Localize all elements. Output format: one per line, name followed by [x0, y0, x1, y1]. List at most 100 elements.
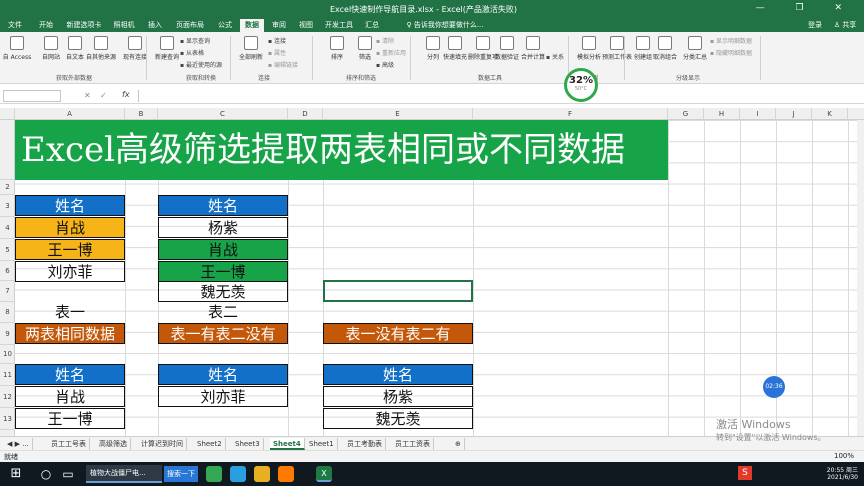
tab-7[interactable]: 数据	[240, 19, 264, 32]
cell[interactable]: 姓名	[323, 364, 473, 385]
row-header-12[interactable]: 12	[0, 386, 15, 408]
sheet-tab-4[interactable]: Sheet2	[194, 438, 226, 450]
sheet-tab-9[interactable]: 员工工资表	[392, 438, 434, 450]
from-other-button[interactable]: 自其他来源	[86, 36, 116, 61]
relations-button[interactable]: ▪ 关系	[546, 52, 564, 61]
cell[interactable]: 王一博	[15, 408, 125, 429]
clear-button[interactable]: ▪ 清除	[376, 36, 394, 45]
tab-9[interactable]: 视图	[294, 19, 318, 32]
cell[interactable]: 魏无羡	[158, 281, 288, 302]
formula-input[interactable]	[138, 90, 858, 102]
edit-links-button[interactable]: ▪ 编辑链接	[268, 60, 298, 69]
input-method-icon[interactable]: S	[738, 466, 752, 480]
tab-3[interactable]: 照相机	[108, 19, 140, 32]
column-header-D[interactable]: D	[288, 108, 323, 120]
zoom-level[interactable]: 100%	[834, 452, 854, 460]
flash-fill-button[interactable]: 快速填充	[440, 36, 470, 61]
tab-14[interactable]: ♙ 共享	[830, 19, 860, 32]
row-header-5[interactable]: 5	[0, 239, 15, 261]
tab-2[interactable]: 新建选项卡	[62, 19, 106, 32]
column-header-J[interactable]: J	[776, 108, 812, 120]
refresh-all-button[interactable]: 全部刷新	[236, 36, 266, 61]
row-header-13[interactable]: 13	[0, 408, 15, 430]
column-header-G[interactable]: G	[668, 108, 704, 120]
name-box[interactable]	[3, 90, 61, 102]
sheet-tab-8[interactable]: 员工考勤表	[344, 438, 386, 450]
excel-icon[interactable]: X	[316, 466, 332, 482]
tab-8[interactable]: 审阅	[266, 19, 292, 32]
subtotal-button[interactable]: 分类汇总	[680, 36, 710, 61]
row-header-9[interactable]: 9	[0, 323, 15, 345]
row-header-10[interactable]: 10	[0, 345, 15, 364]
vertical-scrollbar[interactable]	[857, 120, 864, 436]
cell[interactable]: 姓名	[158, 364, 288, 385]
cell[interactable]: 表一没有表二有	[323, 323, 473, 344]
tab-12[interactable]: ♀ 告诉我你想要做什么...	[390, 19, 500, 32]
function-icon[interactable]: fx	[122, 90, 130, 99]
advanced-button[interactable]: ▪ 高级	[376, 60, 394, 69]
row-header-2[interactable]: 2	[0, 180, 15, 195]
sheet-tab-10[interactable]: ⊕	[452, 438, 465, 450]
cell[interactable]: 姓名	[158, 195, 288, 216]
browser-icon[interactable]	[206, 466, 222, 482]
column-header-H[interactable]: H	[704, 108, 740, 120]
column-header-E[interactable]: E	[323, 108, 473, 120]
tab-1[interactable]: 开始	[32, 19, 60, 32]
sheet-tab-3[interactable]: 计算迟到时间	[138, 438, 187, 450]
hide-detail-button[interactable]: ▪ 隐藏明细数据	[710, 48, 752, 57]
tab-4[interactable]: 插入	[142, 19, 168, 32]
column-header-corner[interactable]	[0, 108, 15, 120]
column-header-I[interactable]: I	[740, 108, 776, 120]
sheet-tab-0[interactable]: ◀ ▶ ...	[4, 438, 33, 450]
consolidate-button[interactable]: 合并计算	[518, 36, 548, 61]
tab-10[interactable]: 开发工具	[320, 19, 358, 32]
what-if-button[interactable]: 模拟分析	[574, 36, 604, 61]
from-table-button[interactable]: ▪ 从表格	[180, 48, 204, 57]
row-header-3[interactable]: 3	[0, 195, 15, 217]
sheet-tab-2[interactable]: 高级筛选	[96, 438, 131, 450]
tab-0[interactable]: 文件	[2, 19, 28, 32]
column-header-F[interactable]: F	[473, 108, 668, 120]
sheet-tab-7[interactable]: Sheet1	[306, 438, 338, 450]
properties-button[interactable]: ▪ 属性	[268, 48, 286, 57]
cell[interactable]: 姓名	[15, 195, 125, 216]
app2-icon[interactable]	[278, 466, 294, 482]
from-access-button[interactable]: 自 Access	[2, 36, 32, 61]
column-header-K[interactable]: K	[812, 108, 848, 120]
cell[interactable]: 肖战	[15, 217, 125, 238]
row-header-11[interactable]: 11	[0, 364, 15, 386]
row-header-4[interactable]: 4	[0, 217, 15, 239]
taskbar-search-box[interactable]: 搜索一下	[164, 466, 198, 482]
cell[interactable]: 姓名	[15, 364, 125, 385]
sort-button[interactable]: 排序	[322, 36, 352, 61]
cell[interactable]: 刘亦菲	[15, 261, 125, 282]
confirm-icon[interactable]: ✓	[100, 91, 107, 100]
cell[interactable]: 刘亦菲	[158, 386, 288, 407]
sheet-tab-1[interactable]: 员工工号表	[48, 438, 90, 450]
cell[interactable]: 王一博	[15, 239, 125, 260]
show-detail-button[interactable]: ▪ 显示明细数据	[710, 36, 752, 45]
column-header-A[interactable]: A	[15, 108, 125, 120]
windows-start-icon[interactable]: ⊞	[8, 466, 24, 482]
connections-button[interactable]: ▪ 连接	[268, 36, 286, 45]
cancel-icon[interactable]: ✕	[84, 91, 91, 100]
app-icon[interactable]	[230, 466, 246, 482]
tab-5[interactable]: 页面布局	[170, 19, 210, 32]
cell[interactable]: 杨紫	[158, 217, 288, 238]
ungroup-button[interactable]: 取消组合	[650, 36, 680, 61]
column-header-C[interactable]: C	[158, 108, 288, 120]
cell[interactable]: 王一博	[158, 261, 288, 282]
search-icon[interactable]: ○	[38, 466, 54, 482]
cell[interactable]: 肖战	[15, 386, 125, 407]
recent-sources-button[interactable]: ▪ 最近使用的源	[180, 60, 222, 69]
reapply-button[interactable]: ▪ 重新应用	[376, 48, 406, 57]
tab-11[interactable]: 汇总	[360, 19, 384, 32]
row-header-1[interactable]	[0, 120, 15, 180]
row-header-8[interactable]: 8	[0, 302, 15, 323]
row-header-7[interactable]: 7	[0, 281, 15, 302]
column-header-B[interactable]: B	[125, 108, 158, 120]
cell[interactable]: 表一	[15, 302, 125, 323]
new-query-button[interactable]: 新建查询	[152, 36, 182, 61]
cell[interactable]: 杨紫	[323, 386, 473, 407]
folder-icon[interactable]	[254, 466, 270, 482]
